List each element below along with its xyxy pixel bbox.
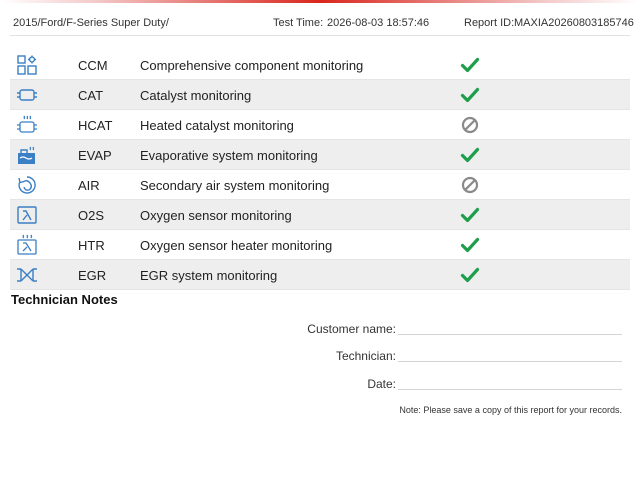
monitor-description: Secondary air system monitoring xyxy=(140,178,330,193)
monitor-row: HCAT Heated catalyst monitoring xyxy=(10,110,630,140)
catalyst-icon xyxy=(16,84,38,106)
monitor-row: HTR Oxygen sensor heater monitoring xyxy=(10,230,630,260)
not-supported-icon xyxy=(460,175,480,195)
oxygen-sensor-heater-icon xyxy=(16,234,38,256)
monitor-row: CAT Catalyst monitoring xyxy=(10,80,630,110)
monitor-row: O2S Oxygen sensor monitoring xyxy=(10,200,630,230)
monitor-code: HCAT xyxy=(78,118,113,133)
footer-note: Note: Please save a copy of this report … xyxy=(399,405,622,415)
monitor-row: EGR EGR system monitoring xyxy=(10,260,630,290)
monitor-row: AIR Secondary air system monitoring xyxy=(10,170,630,200)
technician-label: Technician: xyxy=(335,349,396,363)
customer-name-label: Customer name: xyxy=(307,322,396,336)
customer-name-field: Customer name: xyxy=(0,318,640,338)
monitor-description: Comprehensive component monitoring xyxy=(140,58,364,73)
date-line[interactable] xyxy=(398,389,622,390)
customer-name-line[interactable] xyxy=(398,334,622,335)
monitor-description: Evaporative system monitoring xyxy=(140,148,318,163)
technician-notes-title: Technician Notes xyxy=(11,292,118,307)
monitor-code: O2S xyxy=(78,208,105,223)
report-id-label: Report ID: xyxy=(464,17,515,29)
monitor-code: CAT xyxy=(78,88,104,103)
monitor-row: EVAP Evaporative system monitoring xyxy=(10,140,630,170)
ccm-icon xyxy=(16,54,38,76)
monitor-code: EGR xyxy=(78,268,107,283)
monitor-code: EVAP xyxy=(78,148,112,163)
technician-line[interactable] xyxy=(398,361,622,362)
check-icon xyxy=(460,205,480,225)
egr-icon xyxy=(16,264,38,286)
check-icon xyxy=(460,55,480,75)
oxygen-sensor-icon xyxy=(16,204,38,226)
monitor-code: AIR xyxy=(78,178,100,193)
monitor-table: CCM Comprehensive component monitoring C… xyxy=(10,50,630,290)
header-divider xyxy=(10,35,630,36)
secondary-air-icon xyxy=(16,174,38,196)
monitor-description: Oxygen sensor heater monitoring xyxy=(140,238,333,253)
heated-catalyst-icon xyxy=(16,114,38,136)
monitor-code: CCM xyxy=(78,58,108,73)
test-time-value: 2026-08-03 18:57:46 xyxy=(327,17,430,29)
test-time-label: Test Time: xyxy=(273,17,324,29)
report-id-value: MAXIA20260803185746 xyxy=(514,17,634,29)
monitor-description: EGR system monitoring xyxy=(140,268,278,283)
monitor-description: Catalyst monitoring xyxy=(140,88,252,103)
check-icon xyxy=(460,235,480,255)
date-label: Date: xyxy=(367,377,396,391)
monitor-description: Heated catalyst monitoring xyxy=(140,118,294,133)
check-icon xyxy=(460,145,480,165)
vehicle-info: 2015/Ford/F-Series Super Duty/ xyxy=(13,17,169,29)
header-accent-line xyxy=(0,0,640,3)
monitor-row: CCM Comprehensive component monitoring xyxy=(10,50,630,80)
monitor-code: HTR xyxy=(78,238,105,253)
technician-field: Technician: xyxy=(0,345,640,365)
date-field: Date: xyxy=(0,373,640,393)
check-icon xyxy=(460,265,480,285)
report-header: 2015/Ford/F-Series Super Duty/ Test Time… xyxy=(0,13,640,35)
check-icon xyxy=(460,85,480,105)
not-supported-icon xyxy=(460,115,480,135)
monitor-description: Oxygen sensor monitoring xyxy=(140,208,292,223)
evap-icon xyxy=(16,144,38,166)
